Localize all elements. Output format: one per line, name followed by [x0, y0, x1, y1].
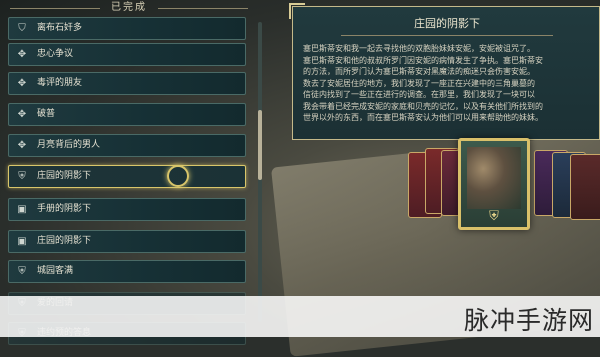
- quest-list-panel: 已完成 ⛉ 离布石奸多 ✥ 忠心争议 ✥ 毒评的朋友 ✥ 破普 ✥ 月亮背后的男人 ⛨ 庄园的阴影下 ▣…: [0, 0, 258, 345]
- quest-list-scrollbar[interactable]: [258, 22, 262, 322]
- quest-list-item[interactable]: ✥ 毒评的朋友: [8, 72, 246, 95]
- header-rule-left: [10, 8, 100, 9]
- companion-portrait: [467, 147, 521, 209]
- quest-list-item-label: 破普: [37, 109, 56, 119]
- description-line: 塞巴斯蒂安和我一起去寻找他的双胞胎妹妹安妮，安妮被诅咒了。: [303, 44, 535, 53]
- quest-list-item[interactable]: ✥ 破普: [8, 103, 246, 126]
- quest-detail-panel: 庄园的阴影下 塞巴斯蒂安和我一起去寻找他的双胞胎妹妹安妮，安妮被诅咒了。 塞巴斯蒂…: [289, 3, 600, 140]
- quest-list-item-label: 毒评的朋友: [37, 78, 83, 88]
- quest-list-item-label: 忠心争议: [37, 49, 74, 59]
- watermark-text: 脉冲手游网: [463, 306, 594, 335]
- quest-list-item[interactable]: ▣ 手册的阴影下: [8, 198, 246, 221]
- watermark-banner: 脉冲手游网: [0, 296, 600, 337]
- description-line: 的方法，而所罗门认为塞巴斯蒂安对黑魔法的痴迷只会伤害安妮。: [303, 67, 535, 76]
- header-rule-right: [158, 8, 248, 9]
- quest-list-item[interactable]: ✥ 月亮背后的男人: [8, 134, 246, 157]
- book-icon: ▣: [17, 236, 27, 247]
- crest-icon: ⛨: [489, 209, 499, 224]
- crest-icon: ⛨: [18, 266, 26, 277]
- crest-icon: ⛨: [18, 171, 26, 182]
- quest-list-item-label: 城园客满: [37, 266, 74, 276]
- description-line: 我会带着已经完成安妮的家庭和贝壳的记忆，以及有关他们所找到的: [303, 101, 543, 111]
- quest-title: 庄园的阴影下: [414, 17, 480, 30]
- quest-description: 塞巴斯蒂安和我一起去寻找他的双胞胎妹妹安妮，安妮被诅咒了。 塞巴斯蒂安和他的叔叔所…: [303, 43, 597, 124]
- quest-list-item-label: 月亮背后的男人: [37, 140, 101, 150]
- paw-icon: ✥: [17, 78, 27, 89]
- quest-list-item-label: 庄园的阴影下: [37, 171, 92, 181]
- description-line: 世界以外的东西，而在塞巴斯蒂安认为他们可以用来帮助他的妹妹。: [303, 113, 543, 122]
- quest-list-item[interactable]: ⛨ 庄园的阴影下: [8, 165, 246, 188]
- description-line: 信徒内找到了一些正在进行的调查。在那里，我们发现了一块可以: [303, 90, 535, 99]
- companion-card-featured[interactable]: ⛨: [458, 138, 530, 230]
- completed-header: 已完成: [0, 0, 258, 16]
- title-divider: [341, 35, 553, 36]
- description-line: 数去了安妮居住的地方，我们发现了一座正在兴建中的三角巢墓的: [303, 78, 535, 88]
- quest-list-item-label: 离布石奸多: [37, 23, 83, 33]
- quest-list-item[interactable]: ▣ 庄园的阴影下: [8, 230, 246, 253]
- book-icon: ▣: [17, 204, 27, 215]
- quest-list-item[interactable]: ⛨ 城园客满: [8, 260, 246, 283]
- scroll-thumb[interactable]: [258, 110, 262, 180]
- description-line: 塞巴斯蒂安和他的叔叔所罗门因安妮的病情发生了争执。塞巴斯蒂安: [303, 55, 543, 65]
- quest-list-item[interactable]: ✥ 忠心争议: [8, 43, 246, 66]
- selection-ring-icon: [167, 165, 189, 187]
- quest-list-item[interactable]: ⛉ 离布石奸多: [8, 17, 246, 40]
- shield-icon: ⛉: [18, 23, 26, 34]
- paw-icon: ✥: [17, 140, 27, 151]
- paw-icon: ✥: [17, 109, 27, 120]
- completed-header-label: 已完成: [111, 2, 147, 13]
- companion-card-back: [570, 154, 600, 220]
- paw-icon: ✥: [17, 49, 27, 60]
- quest-list-item-label: 手册的阴影下: [37, 204, 92, 214]
- quest-list-item-label: 庄园的阴影下: [37, 236, 92, 246]
